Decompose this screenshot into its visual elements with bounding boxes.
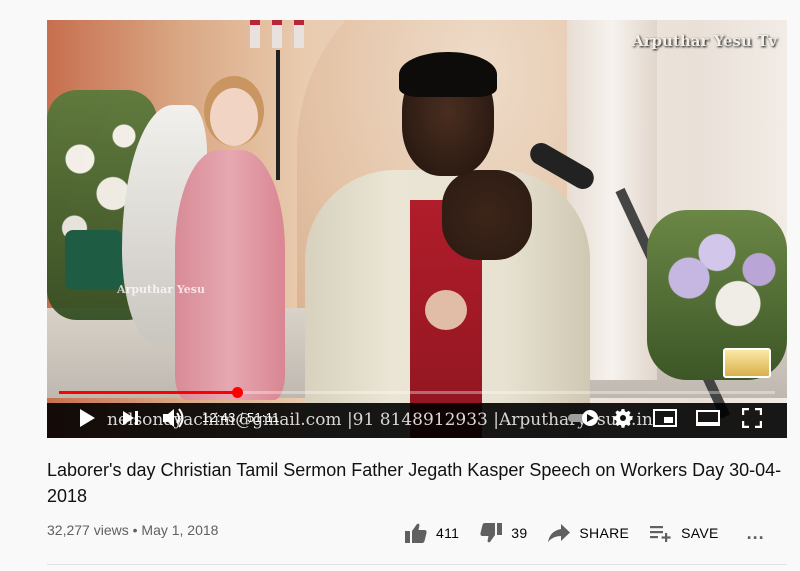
- channel-watermark-small: Arputhar Yesu: [117, 283, 205, 296]
- thumbs-down-icon: [480, 523, 503, 543]
- save-button[interactable]: SAVE: [649, 518, 719, 548]
- share-arrow-icon: [548, 524, 571, 542]
- autoplay-toggle-icon: [568, 410, 598, 426]
- view-count: 32,277 views: [47, 522, 129, 538]
- settings-button[interactable]: [609, 404, 637, 432]
- next-button[interactable]: [117, 404, 145, 432]
- video-page: Arputhar Yesu Tv Arputhar Yesu nelsonaya…: [0, 0, 800, 571]
- divider: [47, 564, 787, 565]
- thumbs-up-icon: [405, 523, 427, 543]
- progress-bar[interactable]: [59, 387, 775, 398]
- video-player[interactable]: Arputhar Yesu Tv Arputhar Yesu nelsonaya…: [47, 20, 787, 438]
- progress-played: [59, 391, 237, 394]
- next-icon: [123, 411, 138, 425]
- like-count: 411: [436, 525, 460, 541]
- gear-icon: [613, 409, 633, 428]
- channel-logo[interactable]: [723, 348, 771, 378]
- flower-pot-left: [65, 230, 123, 290]
- miniplayer-icon: [653, 409, 677, 427]
- time-display: 12:43 / 51:11: [202, 410, 280, 425]
- autoplay-toggle[interactable]: [565, 404, 603, 432]
- angel-statue: [175, 150, 285, 400]
- video-meta: 32,277 views • May 1, 2018: [47, 522, 218, 538]
- candle-stand: [250, 20, 306, 180]
- playlist-add-icon: [650, 526, 671, 542]
- fullscreen-button[interactable]: [737, 404, 767, 432]
- more-actions-button[interactable]: ...: [747, 518, 765, 548]
- miniplayer-button[interactable]: [650, 404, 680, 432]
- fullscreen-icon: [742, 408, 762, 428]
- dove-emblem: [425, 290, 467, 330]
- mute-button[interactable]: [159, 404, 189, 432]
- play-icon: [80, 409, 95, 427]
- priest-hands: [442, 170, 532, 260]
- player-controls: 12:43 / 51:11: [47, 398, 787, 438]
- volume-icon: [163, 408, 184, 428]
- video-title: Laborer's day Christian Tamil Sermon Fat…: [47, 460, 782, 506]
- theater-mode-button[interactable]: [693, 404, 723, 432]
- play-button[interactable]: [73, 404, 101, 432]
- theater-icon: [696, 410, 720, 426]
- like-button[interactable]: 411: [404, 518, 459, 548]
- share-label: SHARE: [579, 525, 630, 541]
- meta-separator: •: [132, 522, 138, 538]
- priest-hair: [399, 52, 497, 97]
- dislike-button[interactable]: 39: [479, 518, 527, 548]
- save-label: SAVE: [681, 525, 719, 541]
- video-frame: Arputhar Yesu Tv Arputhar Yesu nelsonaya…: [47, 20, 787, 438]
- dislike-count: 39: [511, 525, 528, 541]
- action-bar: 411 39 SHARE SAVE ...: [404, 518, 765, 548]
- channel-watermark: Arputhar Yesu Tv: [631, 32, 777, 50]
- more-icon: ...: [746, 522, 765, 543]
- upload-date: May 1, 2018: [141, 522, 219, 538]
- share-button[interactable]: SHARE: [547, 518, 629, 548]
- progress-scrubber[interactable]: [231, 387, 243, 398]
